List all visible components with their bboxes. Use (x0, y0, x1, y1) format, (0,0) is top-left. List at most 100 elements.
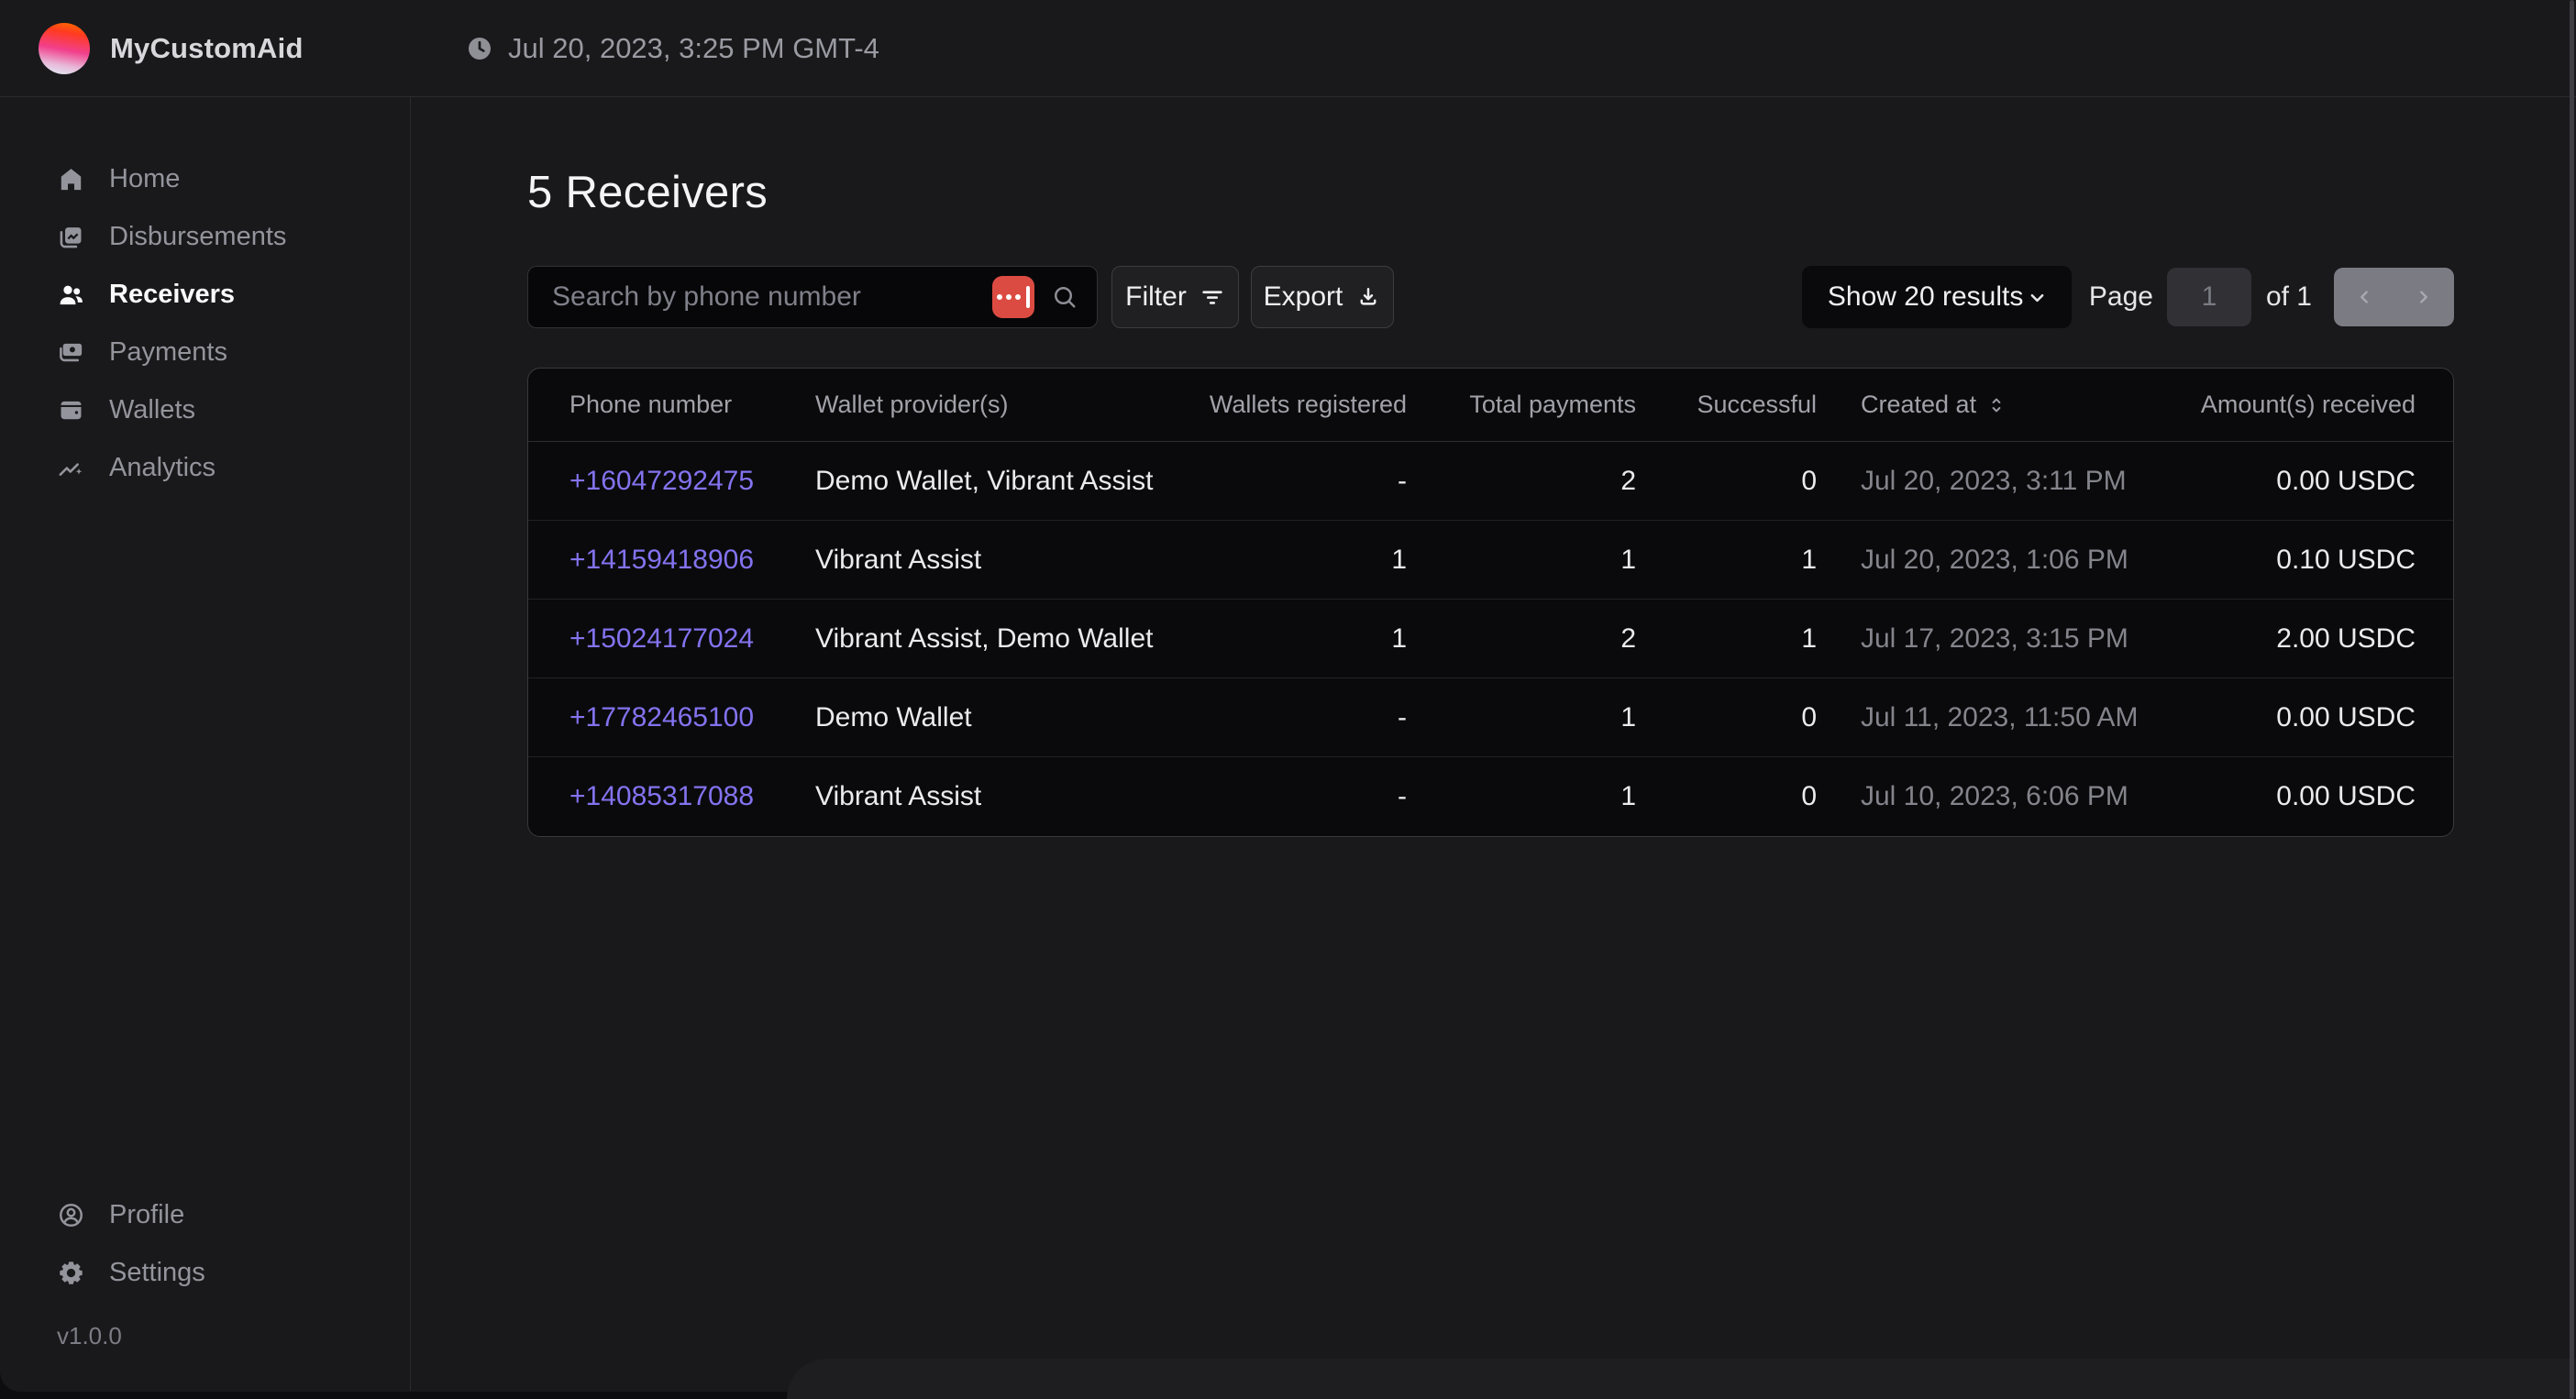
clock-icon (466, 35, 493, 62)
wallet-providers-cell: Vibrant Assist (815, 781, 1164, 812)
sidebar-item-label: Home (109, 164, 180, 194)
app-version: v1.0.0 (0, 1322, 410, 1350)
created-at-cell: Jul 20, 2023, 3:11 PM (1817, 466, 2200, 497)
successful-cell: 1 (1636, 623, 1817, 655)
table-row[interactable]: +14159418906 Vibrant Assist 1 1 1 Jul 20… (528, 521, 2453, 600)
page-of-label: of 1 (2266, 281, 2312, 313)
wallet-providers-cell: Vibrant Assist, Demo Wallet (815, 623, 1164, 655)
table-body: +16047292475 Demo Wallet, Vibrant Assist… (528, 442, 2453, 836)
table-row[interactable]: +15024177024 Vibrant Assist, Demo Wallet… (528, 600, 2453, 678)
gear-icon (57, 1259, 85, 1287)
chevron-right-icon (2412, 285, 2436, 309)
sidebar-item-label: Settings (109, 1258, 205, 1288)
page-title: 5 Receivers (527, 167, 2454, 218)
phone-number-link[interactable]: +15024177024 (569, 623, 754, 654)
amount-received-cell: 0.00 USDC (2200, 466, 2453, 497)
wallets-registered-cell: - (1164, 781, 1407, 812)
wallets-registered-cell: - (1164, 702, 1407, 733)
created-at-sort-control[interactable]: Created at (1861, 391, 2007, 419)
table-row[interactable]: +17782465100 Demo Wallet - 1 0 Jul 11, 2… (528, 678, 2453, 757)
phone-number-link[interactable]: +16047292475 (569, 466, 754, 496)
app-logo (39, 23, 90, 74)
sidebar-item-label: Wallets (109, 395, 195, 425)
column-header-created-at: Created at (1817, 391, 2200, 419)
app-name: MyCustomAid (110, 32, 304, 65)
total-payments-cell: 1 (1407, 781, 1636, 812)
show-results-label: Show 20 results (1828, 281, 2023, 313)
next-page-button[interactable] (2394, 268, 2455, 326)
show-results-dropdown[interactable]: Show 20 results (1802, 266, 2072, 328)
sort-icon (1985, 394, 2007, 416)
sidebar-item-profile[interactable]: Profile (0, 1186, 410, 1244)
pager (2334, 268, 2454, 326)
wallets-icon (57, 396, 85, 424)
created-at-label: Created at (1861, 391, 1976, 419)
amount-received-cell: 0.10 USDC (2200, 545, 2453, 576)
successful-cell: 0 (1636, 466, 1817, 497)
chevron-left-icon (2352, 285, 2376, 309)
phone-number-link[interactable]: +14085317088 (569, 781, 754, 811)
created-at-cell: Jul 10, 2023, 6:06 PM (1817, 781, 2200, 812)
column-header-amount: Amount(s) received (2200, 391, 2453, 419)
wallets-registered-cell: 1 (1164, 623, 1407, 655)
created-at-cell: Jul 20, 2023, 1:06 PM (1817, 545, 2200, 576)
successful-cell: 1 (1636, 545, 1817, 576)
table-row[interactable]: +14085317088 Vibrant Assist - 1 0 Jul 10… (528, 757, 2453, 836)
disbursements-icon (57, 223, 85, 251)
sidebar-item-wallets[interactable]: Wallets (0, 381, 410, 439)
timestamp: Jul 20, 2023, 3:25 PM GMT-4 (466, 32, 879, 65)
sidebar: Home Disbursements Receivers Payments Wa… (0, 97, 411, 1391)
wallet-providers-cell: Vibrant Assist (815, 545, 1164, 576)
profile-icon (57, 1201, 85, 1229)
download-icon (1355, 284, 1381, 310)
app-shell: MyCustomAid Jul 20, 2023, 3:25 PM GMT-4 … (0, 0, 2576, 1392)
sidebar-item-home[interactable]: Home (0, 150, 410, 208)
amount-received-cell: 0.00 USDC (2200, 702, 2453, 733)
amount-received-cell: 2.00 USDC (2200, 623, 2453, 655)
search-icon (1051, 283, 1078, 311)
sidebar-item-payments[interactable]: Payments (0, 324, 410, 381)
column-header-total-payments: Total payments (1407, 391, 1636, 419)
sidebar-item-analytics[interactable]: Analytics (0, 439, 410, 497)
amount-received-cell: 0.00 USDC (2200, 781, 2453, 812)
column-header-wallets-registered: Wallets registered (1164, 391, 1407, 419)
controls-row: Filter Export Show 20 results Page of 1 (527, 266, 2454, 328)
total-payments-cell: 2 (1407, 623, 1636, 655)
payments-icon (57, 338, 85, 367)
phone-number-link[interactable]: +17782465100 (569, 702, 754, 733)
sidebar-item-label: Receivers (109, 280, 235, 310)
filter-button[interactable]: Filter (1111, 266, 1239, 328)
receivers-icon (57, 281, 85, 309)
chevron-down-icon (2025, 285, 2050, 310)
sidebar-item-settings[interactable]: Settings (0, 1244, 410, 1302)
page-number-input[interactable] (2167, 268, 2251, 326)
total-payments-cell: 1 (1407, 545, 1636, 576)
bottom-panel-edge (787, 1359, 2576, 1399)
search-input[interactable] (552, 281, 976, 313)
wallet-providers-cell: Demo Wallet, Vibrant Assist (815, 466, 1164, 497)
page-label: Page (2089, 281, 2153, 313)
successful-cell: 0 (1636, 781, 1817, 812)
phone-number-link[interactable]: +14159418906 (569, 545, 754, 575)
export-button[interactable]: Export (1251, 266, 1394, 328)
sidebar-item-receivers[interactable]: Receivers (0, 266, 410, 324)
sidebar-item-disbursements[interactable]: Disbursements (0, 208, 410, 266)
column-header-successful: Successful (1636, 391, 1817, 419)
wallets-registered-cell: 1 (1164, 545, 1407, 576)
sidebar-item-label: Disbursements (109, 222, 286, 252)
previous-page-button[interactable] (2334, 268, 2394, 326)
lastpass-extension-icon[interactable] (992, 276, 1034, 318)
home-icon (57, 165, 85, 193)
main-content: 5 Receivers Filter Export (411, 97, 2576, 1391)
sidebar-footer: Profile Settings v1.0.0 (0, 1186, 410, 1391)
table-row[interactable]: +16047292475 Demo Wallet, Vibrant Assist… (528, 442, 2453, 521)
filter-icon (1200, 284, 1225, 310)
wallet-providers-cell: Demo Wallet (815, 702, 1164, 733)
search-box (527, 266, 1098, 328)
created-at-cell: Jul 17, 2023, 3:15 PM (1817, 623, 2200, 655)
successful-cell: 0 (1636, 702, 1817, 733)
vertical-scrollbar[interactable] (2570, 0, 2574, 1399)
export-button-label: Export (1264, 281, 1343, 313)
total-payments-cell: 1 (1407, 702, 1636, 733)
pagination-controls: Show 20 results Page of 1 (1802, 266, 2454, 328)
